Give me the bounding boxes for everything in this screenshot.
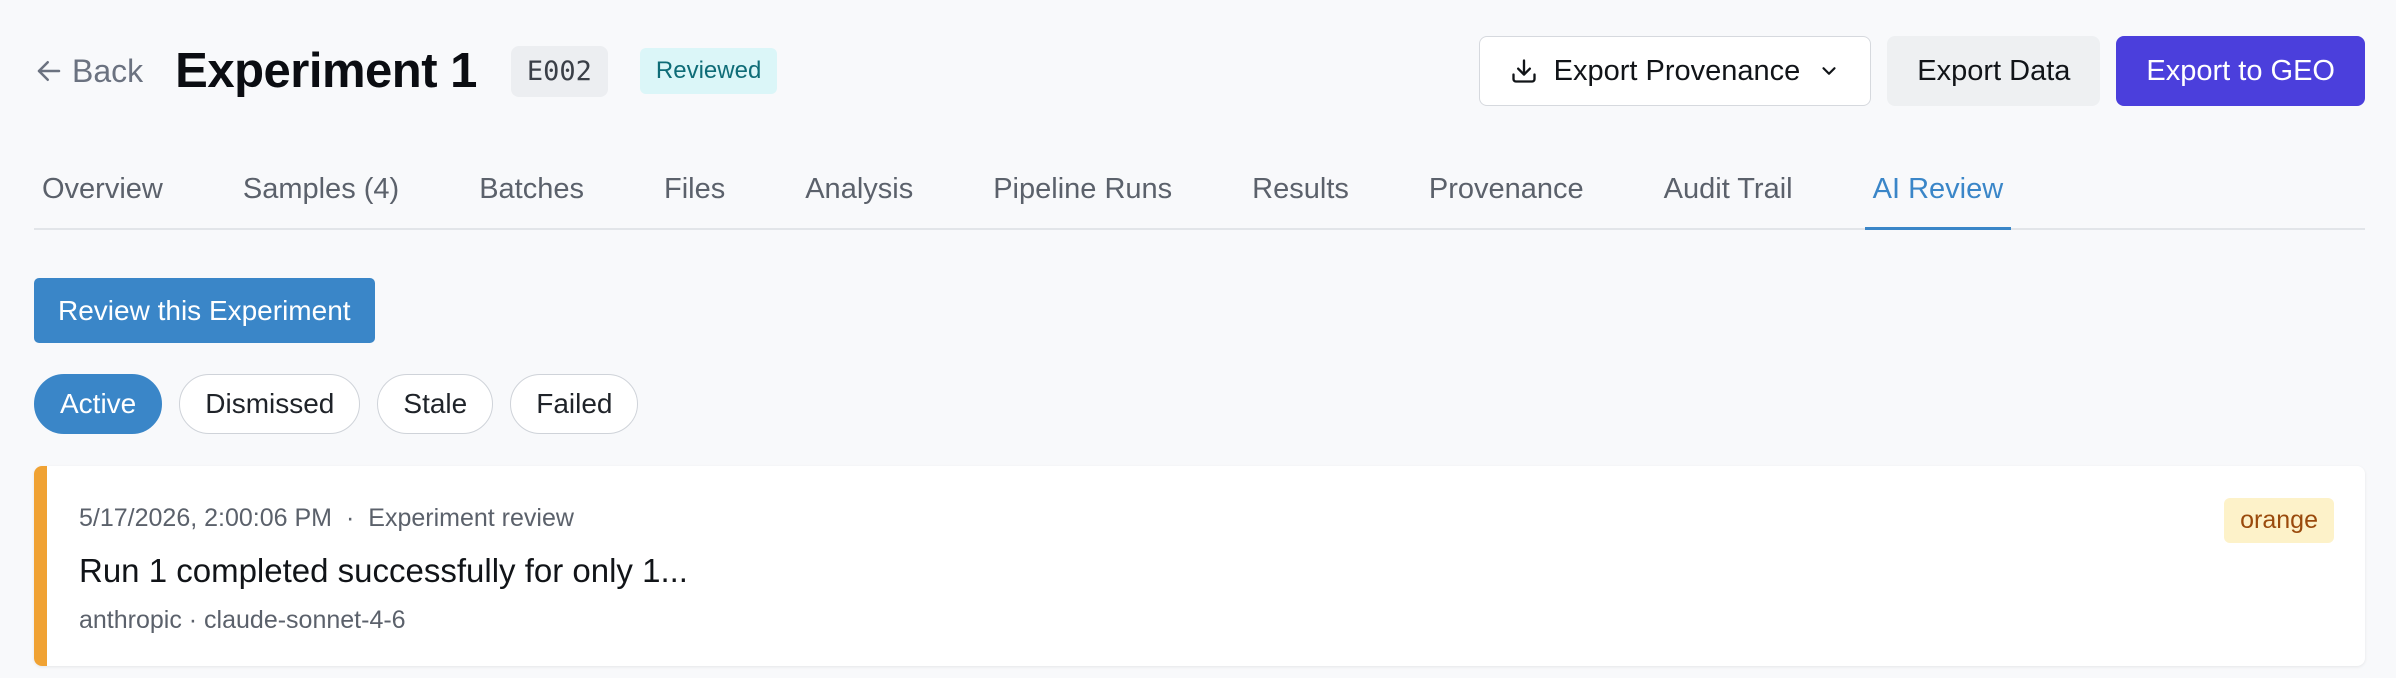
- experiment-id-badge: E002: [510, 45, 608, 97]
- page-title: Experiment 1: [175, 44, 477, 98]
- review-type: Experiment review: [368, 504, 574, 532]
- page-header: Back Experiment 1 E002 Reviewed Export P…: [34, 30, 2365, 112]
- review-filter-group: Active Dismissed Stale Failed: [34, 374, 655, 434]
- tab-results[interactable]: Results: [1244, 160, 1357, 228]
- tab-ai-review[interactable]: AI Review: [1864, 160, 2012, 230]
- tab-bar: Overview Samples (4) Batches Files Analy…: [34, 160, 2365, 230]
- filter-dismissed[interactable]: Dismissed: [179, 374, 361, 434]
- tab-analysis[interactable]: Analysis: [797, 160, 921, 228]
- filter-failed[interactable]: Failed: [510, 374, 639, 434]
- header-left: Back Experiment 1 E002 Reviewed: [34, 43, 778, 99]
- tab-audit-trail[interactable]: Audit Trail: [1656, 160, 1801, 228]
- tab-files[interactable]: Files: [656, 160, 733, 228]
- tab-samples[interactable]: Samples (4): [235, 160, 407, 228]
- review-card[interactable]: 5/17/2026, 2:00:06 PM · Experiment review …: [34, 466, 2365, 666]
- review-model: anthropic · claude-sonnet-4-6: [79, 606, 406, 634]
- header-actions: Export Provenance Export Data Export to …: [1478, 36, 2365, 106]
- export-data-button[interactable]: Export Data: [1887, 36, 2101, 106]
- status-badge: Reviewed: [639, 48, 778, 94]
- back-label: Back: [72, 52, 144, 89]
- tab-batches[interactable]: Batches: [471, 160, 592, 228]
- meta-separator: ·: [345, 504, 355, 532]
- arrow-left-icon: [37, 61, 61, 81]
- export-geo-button[interactable]: Export to GEO: [2116, 36, 2365, 106]
- review-title: Run 1 completed successfully for only 1.…: [79, 552, 688, 589]
- filter-active[interactable]: Active: [34, 374, 163, 434]
- severity-accent-bar: [34, 466, 47, 666]
- back-link[interactable]: Back: [34, 53, 143, 90]
- filter-stale[interactable]: Stale: [377, 374, 494, 434]
- review-timestamp: 5/17/2026, 2:00:06 PM: [79, 504, 332, 532]
- tab-pipeline-runs[interactable]: Pipeline Runs: [985, 160, 1180, 228]
- experiment-page: Back Experiment 1 E002 Reviewed Export P…: [0, 0, 2396, 678]
- review-experiment-button[interactable]: Review this Experiment: [34, 278, 375, 343]
- tab-provenance[interactable]: Provenance: [1421, 160, 1592, 228]
- tab-overview[interactable]: Overview: [34, 160, 171, 228]
- export-provenance-button[interactable]: Export Provenance: [1478, 36, 1872, 106]
- review-meta: 5/17/2026, 2:00:06 PM · Experiment review: [79, 504, 574, 533]
- download-icon: [1511, 59, 1536, 83]
- export-provenance-label: Export Provenance: [1553, 54, 1801, 87]
- chevron-down-icon: [1822, 67, 1836, 75]
- severity-badge: orange: [2224, 498, 2334, 543]
